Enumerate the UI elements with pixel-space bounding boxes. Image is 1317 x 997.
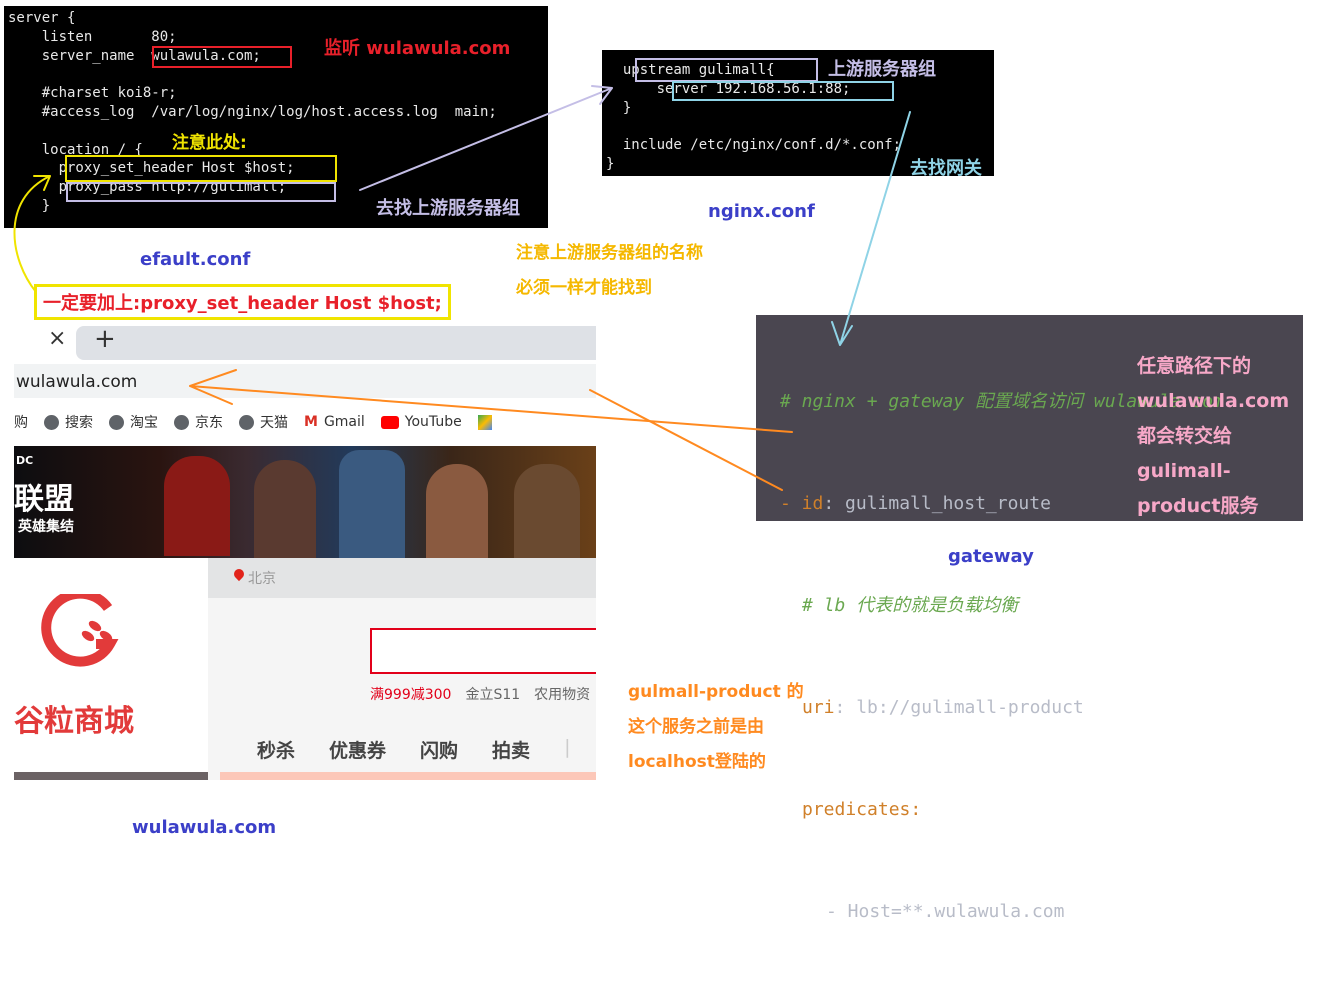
search-input[interactable] xyxy=(370,628,596,674)
proxy-pass-highlight xyxy=(66,182,336,202)
globe-icon xyxy=(239,414,254,430)
code-line: #charset koi8-r; xyxy=(8,85,177,102)
banner-subtitle: 英雄集结 xyxy=(18,519,74,535)
code-line: include /etc/nginx/conf.d/*.conf; xyxy=(606,137,902,154)
note-upstream: 上游服务器组 xyxy=(828,59,936,80)
code-line: #access_log /var/log/nginx/log/host.acce… xyxy=(8,103,497,120)
bookmark[interactable]: M Gmail xyxy=(304,414,365,430)
logo-text: 谷粒商城 xyxy=(14,704,134,739)
main-nav: 秒杀 优惠券 闪购 拍卖 | xyxy=(257,736,571,763)
caption-gateway: gateway xyxy=(948,546,1034,567)
globe-icon xyxy=(109,414,124,430)
predicates-key: predicates: xyxy=(802,799,922,820)
uri-value: : lb://gulimall-product xyxy=(834,697,1084,718)
hot-word[interactable]: 农用物资 xyxy=(534,684,590,704)
host-predicate: - Host=**.wulawula.com xyxy=(826,901,1065,922)
product-note-line: gulmall-product 的 xyxy=(628,682,804,702)
location-pin-icon xyxy=(231,566,247,582)
globe-icon xyxy=(174,414,189,430)
bookmarks-bar: 购 搜索 淘宝 京东 天猫 M Gmail YouTube xyxy=(14,412,492,432)
default-conf-terminal: server { listen 80; server_name wulawula… xyxy=(4,6,548,228)
hero-image xyxy=(426,464,488,558)
address-bar[interactable]: wulawula.com xyxy=(14,364,596,398)
top-bar: 北京 xyxy=(208,558,596,598)
code-line: } xyxy=(606,99,632,116)
gateway-notes: 任意路径下的 wulawula.com 都会转交给 gulimall- prod… xyxy=(1137,349,1289,524)
nginx-conf-terminal: upstream gulimall{ server 192.168.56.1:8… xyxy=(602,50,994,179)
new-tab-button[interactable]: + xyxy=(94,324,116,354)
hero-image xyxy=(514,464,580,558)
server-name-highlight xyxy=(152,46,292,68)
hero-image xyxy=(339,450,405,558)
product-note: gulmall-product 的 这个服务之前是由 localhost登陆的 xyxy=(628,675,804,780)
gateway-note: gulimall- xyxy=(1137,460,1231,482)
address-text: wulawula.com xyxy=(16,372,138,392)
nav-item[interactable]: 优惠券 xyxy=(329,736,386,763)
bookmark[interactable]: 淘宝 xyxy=(109,412,158,432)
note-find-upstream: 去找上游服务器组 xyxy=(376,198,520,219)
uri-key: uri xyxy=(802,697,835,718)
note-attention: 注意此处: xyxy=(172,133,247,153)
banner: DC 联盟 英雄集结 xyxy=(14,446,596,558)
gateway-config-panel: # nginx + gateway 配置域名访问 wulawula.com - … xyxy=(756,315,1303,922)
note-must-add: 一定要加上:proxy_set_header Host $host; xyxy=(34,284,451,320)
bookmark[interactable]: 京东 xyxy=(174,412,223,432)
bookmark[interactable]: 购 xyxy=(14,412,28,432)
browser-screenshot: × + wulawula.com 购 搜索 淘宝 京东 天猫 M Gmail Yo… xyxy=(14,322,596,780)
code-line: server { xyxy=(8,10,76,26)
caption-nginx-conf: nginx.conf xyxy=(708,201,815,222)
server-ip-highlight xyxy=(672,81,894,101)
arrow-host-to-address xyxy=(589,389,783,491)
youtube-icon xyxy=(380,415,399,429)
gateway-note: 任意路径下的 xyxy=(1137,355,1252,377)
product-note-line: 这个服务之前是由 xyxy=(628,717,764,737)
tab-strip xyxy=(76,326,596,360)
location-text[interactable]: 北京 xyxy=(248,568,276,588)
product-note-line: localhost登陆的 xyxy=(628,752,766,772)
hero-image xyxy=(164,456,230,556)
bookmark[interactable]: YouTube xyxy=(380,414,462,430)
note-same-name-2: 必须一样才能找到 xyxy=(516,278,652,298)
nav-item[interactable]: 闪购 xyxy=(420,736,458,763)
globe-icon xyxy=(44,414,59,430)
gateway-comment-lb: # lb 代表的就是负载均衡 xyxy=(802,595,1019,616)
nav-item[interactable]: 秒杀 xyxy=(257,736,295,763)
gmail-icon: M xyxy=(304,414,318,430)
id-value: : gulimall_host_route xyxy=(823,493,1051,514)
nav-item[interactable]: 拍卖 xyxy=(492,736,530,763)
hot-words: 满999减300 金立S11 农用物资 xyxy=(370,684,590,704)
bookmark[interactable]: 搜索 xyxy=(44,412,93,432)
hot-word[interactable]: 金立S11 xyxy=(465,684,520,704)
dc-logo: DC xyxy=(16,454,34,467)
note-listen: 监听 wulawula.com xyxy=(324,38,511,59)
gulimall-logo xyxy=(40,588,130,674)
hot-word[interactable]: 满999减300 xyxy=(370,684,451,704)
close-tab-button[interactable]: × xyxy=(48,326,66,351)
bookmark[interactable]: 天猫 xyxy=(239,412,288,432)
maps-icon[interactable] xyxy=(477,414,492,430)
note-same-name-1: 注意上游服务器组的名称 xyxy=(516,243,703,263)
gateway-note: wulawula.com xyxy=(1137,390,1290,412)
upstream-highlight xyxy=(635,58,818,82)
caption-default-conf: efault.conf xyxy=(140,249,251,270)
proxy-set-header-highlight xyxy=(65,155,337,182)
id-key: - id xyxy=(780,493,824,514)
caption-browser: wulawula.com xyxy=(132,817,277,838)
gateway-note: product服务 xyxy=(1137,495,1259,517)
note-find-gateway: 去找网关 xyxy=(910,158,982,179)
banner-title: 联盟 xyxy=(14,482,74,517)
code-line: } xyxy=(606,155,615,172)
hero-image xyxy=(254,460,316,558)
gateway-note: 都会转交给 xyxy=(1137,425,1233,447)
